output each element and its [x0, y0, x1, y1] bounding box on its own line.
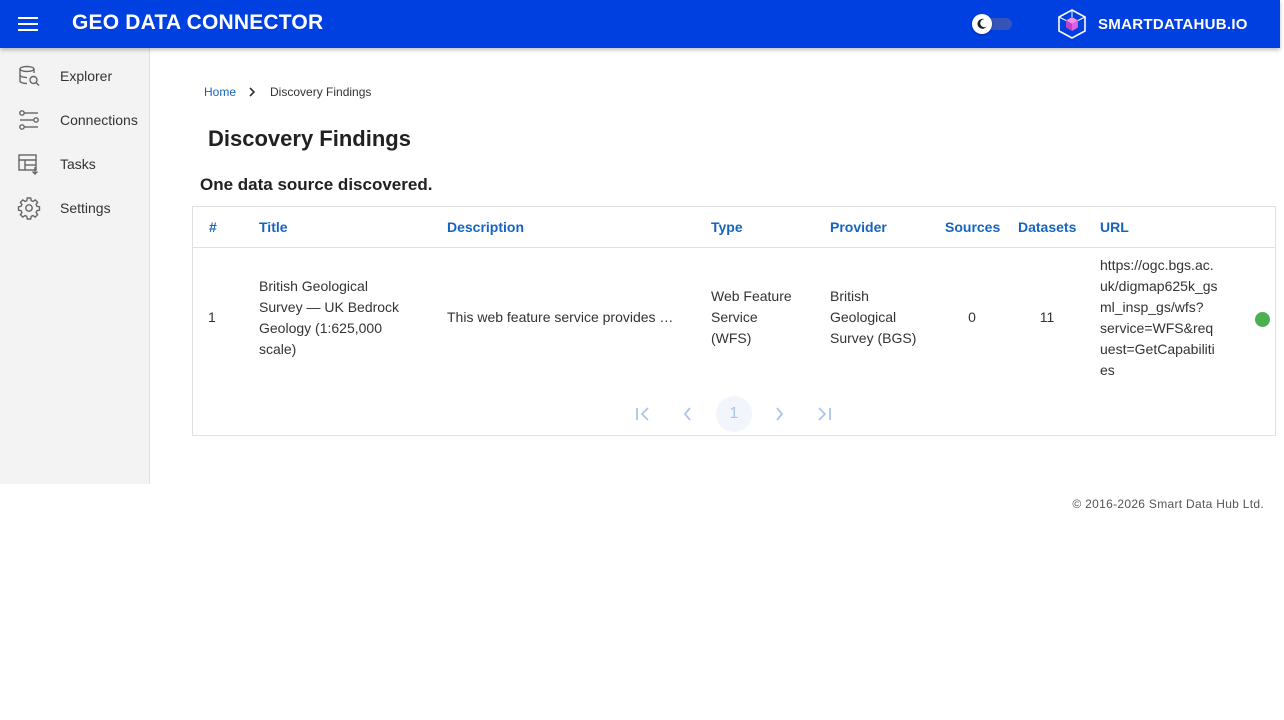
moon-icon [972, 14, 992, 34]
cell-provider-line: Geological [830, 309, 897, 325]
cell-type-line: (WFS) [711, 330, 752, 346]
cell-url-line: uest=GetCapabiliti [1100, 341, 1215, 357]
first-page-icon[interactable] [625, 396, 661, 432]
cell-url-line: uk/digmap625k_gs [1100, 278, 1218, 294]
cell-provider: British Geological Survey (BGS) [830, 286, 940, 349]
cell-type-line: Web Feature [711, 288, 792, 304]
footer-copyright: © 2016-2026 Smart Data Hub Ltd. [1072, 497, 1264, 511]
brand-link[interactable]: SMARTDATAHUB.IO [1058, 9, 1248, 39]
app-title: GEO DATA CONNECTOR [72, 11, 324, 34]
cell-url-line: es [1100, 362, 1115, 378]
cell-provider-line: Survey (BGS) [830, 330, 917, 346]
cell-url-line: ml_insp_gs/wfs? [1100, 299, 1204, 315]
cell-sources: 0 [968, 309, 976, 325]
page-title: Discovery Findings [208, 126, 411, 151]
cell-title-line: Survey — UK Bedrock [259, 299, 400, 315]
sidebar-item-label: Connections [60, 112, 138, 128]
connections-icon [19, 110, 39, 130]
breadcrumb: Home Discovery Findings [204, 85, 371, 99]
column-header-index[interactable]: # [209, 219, 217, 235]
tasks-icon [18, 154, 38, 175]
cube-logo-icon [1058, 9, 1086, 39]
sidebar-item-label: Tasks [60, 156, 96, 172]
cell-datasets: 11 [1039, 309, 1055, 325]
sidebar-item-settings[interactable]: Settings [0, 186, 149, 230]
database-search-icon [19, 65, 40, 86]
breadcrumb-home-link[interactable]: Home [204, 85, 236, 99]
cell-title: British Geological Survey — UK Bedrock G… [259, 276, 429, 360]
sidebar: Explorer Connections Tasks Settings [0, 48, 150, 484]
sidebar-item-explorer[interactable]: Explorer [0, 54, 149, 98]
gear-icon [17, 197, 41, 220]
top-app-bar: GEO DATA CONNECTOR SMARTDATAHUB.IO [0, 0, 1280, 48]
chevron-right-icon [248, 85, 258, 99]
status-indicator [1255, 312, 1270, 327]
brand-name: SMARTDATAHUB.IO [1098, 15, 1248, 33]
column-header-provider[interactable]: Provider [830, 219, 887, 235]
findings-table: # Title Description Type Provider Source… [192, 206, 1276, 436]
menu-icon[interactable] [16, 12, 40, 36]
next-page-icon[interactable] [761, 396, 797, 432]
cell-url-line: service=WFS&req [1100, 320, 1214, 336]
last-page-icon[interactable] [806, 396, 842, 432]
cell-title-line: British Geological [259, 278, 368, 294]
cell-title-line: Geology (1:625,000 [259, 320, 382, 336]
cell-provider-line: British [830, 288, 869, 304]
cell-description: This web feature service provides … [447, 309, 674, 325]
column-header-type[interactable]: Type [711, 219, 743, 235]
sidebar-item-label: Settings [60, 200, 111, 216]
column-header-url[interactable]: URL [1100, 219, 1129, 235]
sidebar-item-tasks[interactable]: Tasks [0, 142, 149, 186]
column-header-title[interactable]: Title [259, 219, 288, 235]
header-divider [193, 247, 1275, 248]
cell-url-line: https://ogc.bgs.ac. [1100, 257, 1214, 273]
page-number-button[interactable]: 1 [716, 396, 752, 432]
column-header-description[interactable]: Description [447, 219, 524, 235]
cell-title-line: scale) [259, 341, 297, 357]
cell-url[interactable]: https://ogc.bgs.ac. uk/digmap625k_gs ml_… [1100, 255, 1230, 381]
breadcrumb-current: Discovery Findings [270, 85, 372, 99]
prev-page-icon[interactable] [670, 396, 706, 432]
column-header-datasets[interactable]: Datasets [1018, 219, 1076, 235]
sidebar-item-label: Explorer [60, 68, 113, 84]
cell-type-line: Service [711, 309, 758, 325]
column-header-sources[interactable]: Sources [945, 219, 1000, 235]
results-summary: One data source discovered. [200, 175, 433, 194]
cell-type: Web Feature Service (WFS) [711, 286, 821, 349]
sidebar-item-connections[interactable]: Connections [0, 98, 149, 142]
cell-index: 1 [208, 309, 216, 325]
theme-toggle[interactable] [972, 14, 1012, 34]
